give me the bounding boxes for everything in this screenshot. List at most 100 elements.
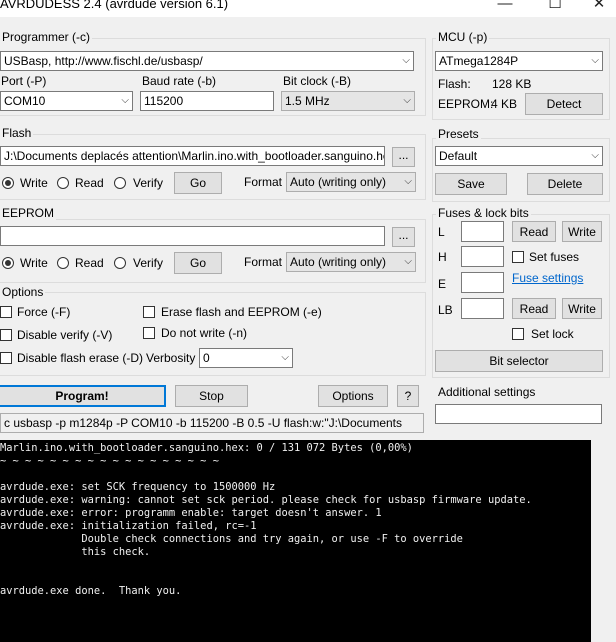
eeprom-read-radio[interactable] <box>57 257 69 269</box>
chevron-down-icon: ⌵ <box>404 256 412 267</box>
stop-button[interactable]: Stop <box>175 385 248 407</box>
minimize-icon[interactable]: — <box>482 0 528 16</box>
flash-format-select[interactable]: Auto (writing only) ⌵ <box>286 172 416 192</box>
eeprom-verify-radio[interactable] <box>114 257 126 269</box>
bit-clock-select[interactable]: 1.5 MHz ⌵ <box>281 91 415 111</box>
window-title: AVRDUDESS 2.4 (avrdude version 6.1) <box>0 0 229 11</box>
eeprom-file-input[interactable] <box>0 226 385 246</box>
lock-bits-label: LB <box>438 303 453 317</box>
maximize-icon[interactable]: ☐ <box>532 0 578 16</box>
presets-select-value: Default <box>439 149 478 163</box>
additional-settings-label: Additional settings <box>438 385 536 399</box>
programmer-group-label: Programmer (-c) <box>0 30 93 44</box>
fuse-settings-link[interactable]: Fuse settings <box>512 271 583 285</box>
force-label: Force (-F) <box>17 305 71 319</box>
console-line: this check. <box>0 546 151 558</box>
programmer-select[interactable]: USBasp, http://www.fischl.de/usbasp/ ⌵ <box>0 51 414 71</box>
eeprom-go-button[interactable]: Go <box>174 252 222 274</box>
bit-clock-label: Bit clock (-B) <box>283 74 352 88</box>
mcu-group-label: MCU (-p) <box>436 30 490 44</box>
mcu-select[interactable]: ATmega1284P ⌵ <box>435 51 603 71</box>
chevron-down-icon: ⌵ <box>404 176 412 187</box>
bit-clock-select-value: 1.5 MHz <box>285 94 330 108</box>
lock-write-button[interactable]: Write <box>562 298 602 319</box>
console-line: Marlin.ino.with_bootloader.sanguino.hex:… <box>0 442 413 454</box>
verbosity-select[interactable]: 0 ⌵ <box>199 348 293 368</box>
flash-verify-label: Verify <box>133 176 164 190</box>
close-icon[interactable]: ✕ <box>576 0 616 16</box>
lock-read-button[interactable]: Read <box>512 298 556 319</box>
port-select-value: COM10 <box>4 94 46 108</box>
chevron-down-icon: ⌵ <box>591 150 599 161</box>
fuse-read-button[interactable]: Read <box>512 221 556 242</box>
preset-save-button[interactable]: Save <box>435 173 507 195</box>
flash-format-label: Format <box>244 175 283 189</box>
baud-rate-input[interactable]: 115200 <box>140 91 274 111</box>
eeprom-group-label: EEPROM <box>0 206 57 220</box>
chevron-down-icon: ⌵ <box>281 352 289 363</box>
output-console[interactable]: Marlin.ino.with_bootloader.sanguino.hex:… <box>0 440 591 642</box>
console-scrollbar[interactable] <box>591 440 616 642</box>
chevron-down-icon: ⌵ <box>591 55 599 66</box>
fuse-e-label: E <box>438 277 447 291</box>
flash-file-input[interactable]: J:\Documents deplacés attention\Marlin.i… <box>0 146 385 166</box>
flash-format-value: Auto (writing only) <box>290 175 387 189</box>
flash-browse-button[interactable]: ... <box>392 147 415 167</box>
do-not-write-checkbox[interactable] <box>143 327 155 339</box>
presets-select[interactable]: Default ⌵ <box>435 146 603 166</box>
erase-checkbox[interactable] <box>143 306 155 318</box>
flash-write-label: Write <box>20 176 48 190</box>
bit-selector-button[interactable]: Bit selector <box>435 350 603 372</box>
force-checkbox[interactable] <box>0 306 12 318</box>
baud-rate-label: Baud rate (-b) <box>142 74 217 88</box>
disable-flash-erase-label: Disable flash erase (-D) <box>17 351 144 365</box>
options-button[interactable]: Options <box>318 385 388 407</box>
fuse-h-input[interactable] <box>461 246 504 267</box>
set-lock-label: Set lock <box>531 327 574 341</box>
disable-verify-checkbox[interactable] <box>0 329 12 341</box>
additional-settings-input[interactable] <box>435 404 602 424</box>
set-fuses-checkbox[interactable] <box>512 251 524 263</box>
fuse-l-label: L <box>438 225 445 239</box>
set-fuses-label: Set fuses <box>529 250 580 264</box>
console-line: Double check connections and try again, … <box>0 533 463 545</box>
program-button[interactable]: Program! <box>0 385 166 407</box>
erase-label: Erase flash and EEPROM (-e) <box>161 305 322 319</box>
console-line: avrdude.exe: error: programm enable: tar… <box>0 507 382 519</box>
detect-button[interactable]: Detect <box>525 93 603 115</box>
console-line: avrdude.exe: warning: cannot set sck per… <box>0 494 532 506</box>
eeprom-read-label: Read <box>75 256 104 270</box>
console-line: avrdude.exe: initialization failed, rc=-… <box>0 520 257 532</box>
options-group-label: Options <box>0 285 46 299</box>
fuses-group-label: Fuses & lock bits <box>436 206 531 220</box>
eeprom-format-value: Auto (writing only) <box>290 255 387 269</box>
port-select[interactable]: COM10 ⌵ <box>0 91 133 111</box>
fuse-l-input[interactable] <box>461 221 504 242</box>
preset-delete-button[interactable]: Delete <box>527 173 603 195</box>
chevron-down-icon: ⌵ <box>403 95 411 106</box>
fuse-write-button[interactable]: Write <box>562 221 602 242</box>
flash-go-button[interactable]: Go <box>174 172 222 194</box>
flash-read-radio[interactable] <box>57 177 69 189</box>
help-button[interactable]: ? <box>397 385 419 407</box>
lock-bits-input[interactable] <box>461 298 504 319</box>
eeprom-format-label: Format <box>244 255 283 269</box>
mcu-select-value: ATmega1284P <box>439 54 519 68</box>
flash-read-label: Read <box>75 176 104 190</box>
eeprom-verify-label: Verify <box>133 256 164 270</box>
disable-flash-erase-checkbox[interactable] <box>0 352 12 364</box>
programmer-select-value: USBasp, http://www.fischl.de/usbasp/ <box>4 54 203 68</box>
command-line-preview[interactable]: c usbasp -p m1284p -P COM10 -b 115200 -B… <box>0 413 424 433</box>
chevron-down-icon: ⌵ <box>402 55 410 66</box>
flash-size-label: Flash: <box>438 77 471 91</box>
eeprom-write-radio[interactable] <box>2 257 14 269</box>
do-not-write-label: Do not write (-n) <box>161 326 248 340</box>
flash-write-radio[interactable] <box>2 177 14 189</box>
eeprom-format-select[interactable]: Auto (writing only) ⌵ <box>286 252 416 272</box>
fuse-e-input[interactable] <box>461 272 504 293</box>
set-lock-checkbox[interactable] <box>512 328 524 340</box>
flash-verify-radio[interactable] <box>114 177 126 189</box>
eeprom-browse-button[interactable]: ... <box>392 227 415 247</box>
port-label: Port (-P) <box>1 74 47 88</box>
